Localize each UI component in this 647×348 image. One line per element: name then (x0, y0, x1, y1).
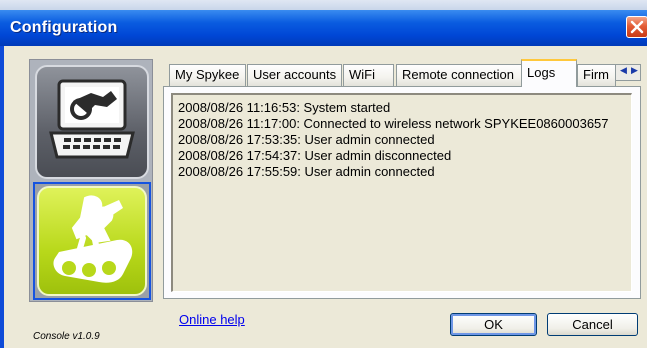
logs-section-button[interactable] (37, 186, 147, 296)
console-section-button[interactable] (35, 65, 149, 179)
tab-firmware[interactable]: Firm (577, 64, 616, 86)
online-help-link[interactable]: Online help (179, 312, 245, 327)
tab-wifi[interactable]: WiFi (343, 64, 394, 86)
configuration-window: Configuration My Spykee User accounts Wi… (0, 0, 647, 348)
tab-logs[interactable]: Logs (521, 59, 577, 87)
tab-scroll-buttons: ◀ ▶ (615, 64, 641, 81)
logs-section-selection (33, 182, 151, 300)
chevron-right-icon[interactable]: ▶ (631, 65, 638, 76)
log-entry: 2008/08/26 17:55:59: User admin connecte… (178, 164, 435, 179)
log-list[interactable]: 2008/08/26 11:16:53: System started 2008… (171, 93, 632, 292)
tab-remote-connection[interactable]: Remote connection (396, 64, 522, 86)
tab-user-accounts[interactable]: User accounts (247, 64, 342, 86)
chevron-left-icon[interactable]: ◀ (620, 65, 627, 76)
tab-my-spykee[interactable]: My Spykee (169, 64, 246, 86)
laptop-robot-icon (49, 79, 135, 159)
close-button[interactable] (626, 16, 647, 38)
section-icon-pane (29, 59, 153, 302)
log-entry: 2008/08/26 11:17:00: Connected to wirele… (178, 116, 609, 131)
top-strip (0, 0, 647, 10)
close-icon (630, 20, 644, 34)
log-entry: 2008/08/26 17:53:35: User admin connecte… (178, 132, 435, 147)
log-entry: 2008/08/26 11:16:53: System started (178, 100, 391, 115)
version-label: Console v1.0.9 (33, 331, 100, 342)
window-title: Configuration (10, 19, 118, 36)
robot-icon (53, 195, 133, 283)
ok-button[interactable]: OK (450, 313, 537, 336)
logs-tab-page: 2008/08/26 11:16:53: System started 2008… (163, 86, 641, 299)
cancel-button[interactable]: Cancel (547, 313, 638, 336)
log-entry: 2008/08/26 17:54:37: User admin disconne… (178, 148, 452, 163)
window-border (0, 46, 4, 348)
